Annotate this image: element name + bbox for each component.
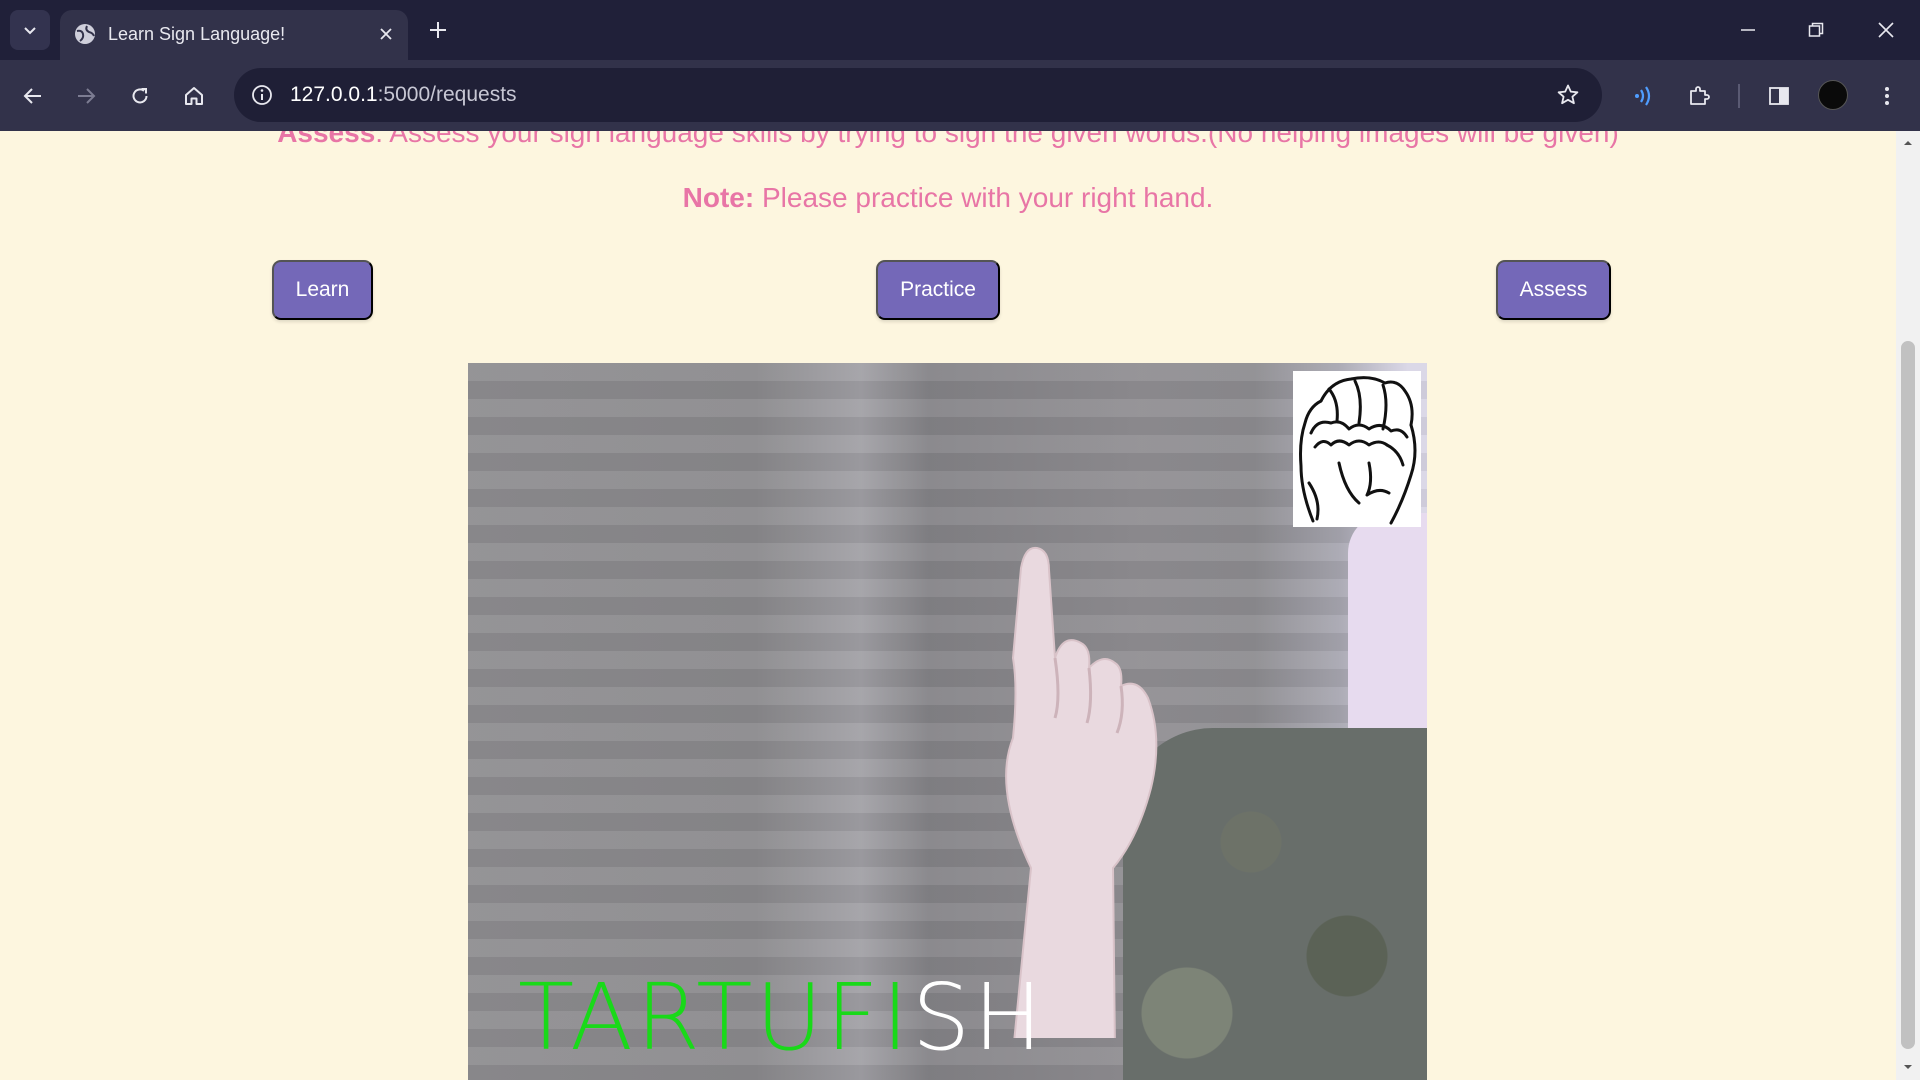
page-viewport: Assess: Assess your sign language skills… — [0, 131, 1896, 1080]
url-text[interactable]: 127.0.0.1:5000/requests — [290, 82, 517, 108]
note-text: Note: Please practice with your right ha… — [0, 181, 1896, 215]
arrow-left-icon — [23, 88, 41, 104]
new-tab-button[interactable] — [424, 16, 452, 44]
address-bar[interactable]: 127.0.0.1:5000/requests — [234, 68, 1602, 122]
target-word-overlay: TARTUFISH — [518, 968, 1045, 1068]
plus-icon — [430, 22, 446, 38]
kebab-menu-icon — [1885, 87, 1889, 105]
chevron-down-icon — [24, 27, 36, 35]
star-icon — [1557, 84, 1579, 105]
side-panel-icon — [1769, 87, 1789, 105]
url-path: :5000/requests — [377, 83, 517, 106]
close-window-button[interactable] — [1862, 10, 1910, 50]
caret-down-icon — [1904, 1065, 1912, 1069]
reload-icon — [132, 88, 148, 104]
bookmark-button[interactable] — [1554, 81, 1582, 109]
close-icon — [1878, 22, 1894, 38]
browser-toolbar: 127.0.0.1:5000/requests — [0, 60, 1920, 131]
active-tab[interactable]: Learn Sign Language! — [60, 10, 408, 62]
back-button[interactable] — [14, 77, 52, 115]
restore-icon — [1808, 22, 1824, 37]
restore-button[interactable] — [1792, 10, 1840, 50]
fist-sign-icon — [1299, 376, 1417, 525]
globe-icon — [75, 24, 95, 44]
chrome-menu-button[interactable] — [1868, 77, 1906, 115]
note-body: Please practice with your right hand. — [754, 182, 1214, 213]
forward-button[interactable] — [67, 77, 105, 115]
caret-up-icon — [1904, 141, 1912, 145]
assess-description: Assess: Assess your sign language skills… — [0, 131, 1896, 150]
tab-search-button[interactable] — [10, 10, 50, 50]
media-cast-button[interactable] — [1625, 77, 1663, 115]
home-button[interactable] — [175, 77, 213, 115]
signing-hand — [1005, 546, 1158, 1038]
close-icon — [380, 28, 392, 40]
puzzle-icon — [1690, 86, 1710, 105]
scroll-up-button[interactable] — [1900, 135, 1916, 151]
profile-avatar[interactable] — [1818, 80, 1848, 110]
toolbar-divider — [1738, 84, 1740, 108]
assess-label: Assess — [277, 131, 376, 148]
assess-button[interactable]: Assess — [1496, 260, 1611, 320]
side-panel-button[interactable] — [1760, 77, 1798, 115]
sign-reference-image — [1293, 371, 1421, 527]
reload-button[interactable] — [121, 77, 159, 115]
cast-waves-icon — [1635, 86, 1651, 106]
assess-text: : Assess your sign language skills by tr… — [375, 131, 1619, 148]
minimize-button[interactable] — [1724, 10, 1772, 50]
arrow-right-icon — [78, 88, 96, 104]
vertical-scrollbar[interactable] — [1896, 131, 1920, 1080]
site-info-button[interactable] — [248, 81, 276, 109]
learn-button[interactable]: Learn — [272, 260, 373, 320]
scroll-down-button[interactable] — [1900, 1059, 1916, 1075]
remaining-letters: SH — [911, 964, 1046, 1071]
scroll-thumb[interactable] — [1901, 341, 1915, 1049]
minimize-icon — [1741, 29, 1755, 31]
info-icon — [252, 85, 272, 105]
webcam-feed: TARTUFISH — [468, 363, 1427, 1080]
url-host: 127.0.0.1 — [290, 83, 378, 106]
completed-letters: TARTUFI — [518, 964, 912, 1071]
practice-button[interactable]: Practice — [876, 260, 1000, 320]
tab-strip: Learn Sign Language! — [0, 0, 1920, 62]
tab-title: Learn Sign Language! — [108, 24, 286, 44]
note-label: Note: — [682, 182, 755, 213]
extensions-button[interactable] — [1680, 77, 1718, 115]
tab-close-button[interactable] — [374, 22, 398, 46]
home-icon — [185, 87, 203, 105]
